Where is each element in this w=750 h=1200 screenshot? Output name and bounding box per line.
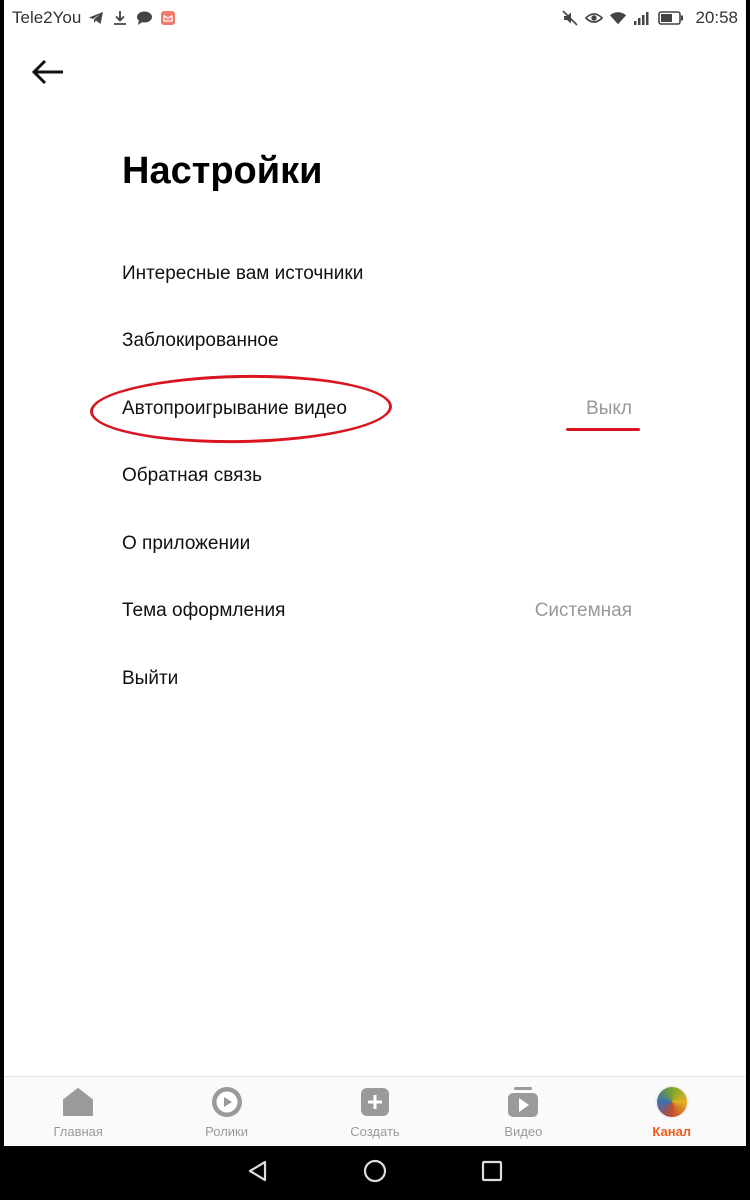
status-time: 20:58 — [695, 8, 738, 27]
tab-channel[interactable]: Канал — [598, 1077, 746, 1139]
settings-item-feedback[interactable]: Обратная связь — [122, 443, 632, 511]
settings-item-label: Обратная связь — [122, 465, 262, 487]
settings-item-about[interactable]: О приложении — [122, 510, 632, 578]
square-recents-icon — [480, 1159, 504, 1188]
settings-list: Интересные вам источники Заблокированное… — [122, 240, 632, 713]
theme-value: Системная — [534, 600, 632, 622]
channel-avatar-wrap — [654, 1085, 689, 1119]
settings-item-label: Тема оформления — [122, 600, 286, 622]
settings-item-label: Заблокированное — [122, 330, 279, 352]
video-library-icon — [506, 1085, 540, 1119]
home-icon — [61, 1085, 95, 1119]
system-nav-bar — [0, 1146, 750, 1200]
back-button[interactable] — [26, 52, 70, 96]
settings-item-label: Выйти — [122, 667, 179, 689]
channel-avatar — [654, 1085, 689, 1119]
plus-square-icon — [358, 1085, 392, 1119]
settings-item-sources[interactable]: Интересные вам источники — [122, 240, 632, 308]
chat-bubble-icon — [135, 9, 153, 27]
settings-item-label: Автопроигрывание видео — [122, 397, 347, 419]
settings-item-label: Интересные вам источники — [122, 262, 364, 284]
nav-recents-button[interactable] — [472, 1153, 512, 1193]
settings-item-label: О приложении — [122, 532, 251, 554]
tab-label: Канал — [652, 1124, 692, 1139]
page-title: Настройки — [122, 150, 323, 192]
battery-icon — [657, 9, 685, 27]
tab-label: Видео — [504, 1124, 543, 1139]
app-screen: Tele2You 20:58 Настройки Интересные вам … — [4, 0, 746, 1146]
eye-icon — [585, 9, 604, 27]
wifi-icon — [609, 9, 627, 27]
nav-back-button[interactable] — [238, 1153, 278, 1193]
nav-home-button[interactable] — [355, 1153, 395, 1193]
tab-shorts[interactable]: Ролики — [153, 1077, 301, 1139]
triangle-back-icon — [246, 1159, 270, 1188]
tab-label: Ролики — [205, 1124, 248, 1139]
status-bar: Tele2You 20:58 — [4, 0, 746, 36]
tab-video[interactable]: Видео — [449, 1077, 597, 1139]
signal-icon — [633, 9, 651, 27]
tab-label: Главная — [53, 1124, 103, 1139]
bottom-tab-bar: Главная Ролики Создать Видео Канал — [4, 1076, 746, 1146]
shorts-play-icon — [210, 1085, 244, 1119]
carrier-name: Tele2You — [12, 8, 82, 27]
status-right: 20:58 — [561, 8, 738, 28]
tab-home[interactable]: Главная — [4, 1077, 152, 1139]
status-left: Tele2You — [12, 8, 177, 28]
download-icon — [111, 9, 129, 27]
settings-item-theme[interactable]: Тема оформления Системная — [122, 578, 632, 646]
settings-item-autoplay[interactable]: Автопроигрывание видео Выкл — [122, 375, 632, 443]
tab-create[interactable]: Создать — [301, 1077, 449, 1139]
settings-item-blocked[interactable]: Заблокированное — [122, 308, 632, 376]
settings-item-logout[interactable]: Выйти — [122, 645, 632, 713]
mail-notification-icon — [159, 9, 177, 27]
circle-home-icon — [362, 1158, 388, 1189]
autoplay-value: Выкл — [586, 397, 632, 419]
telegram-icon — [87, 9, 105, 27]
arrow-left-icon — [31, 59, 65, 90]
tab-label: Создать — [350, 1124, 400, 1139]
mute-icon — [561, 9, 579, 27]
